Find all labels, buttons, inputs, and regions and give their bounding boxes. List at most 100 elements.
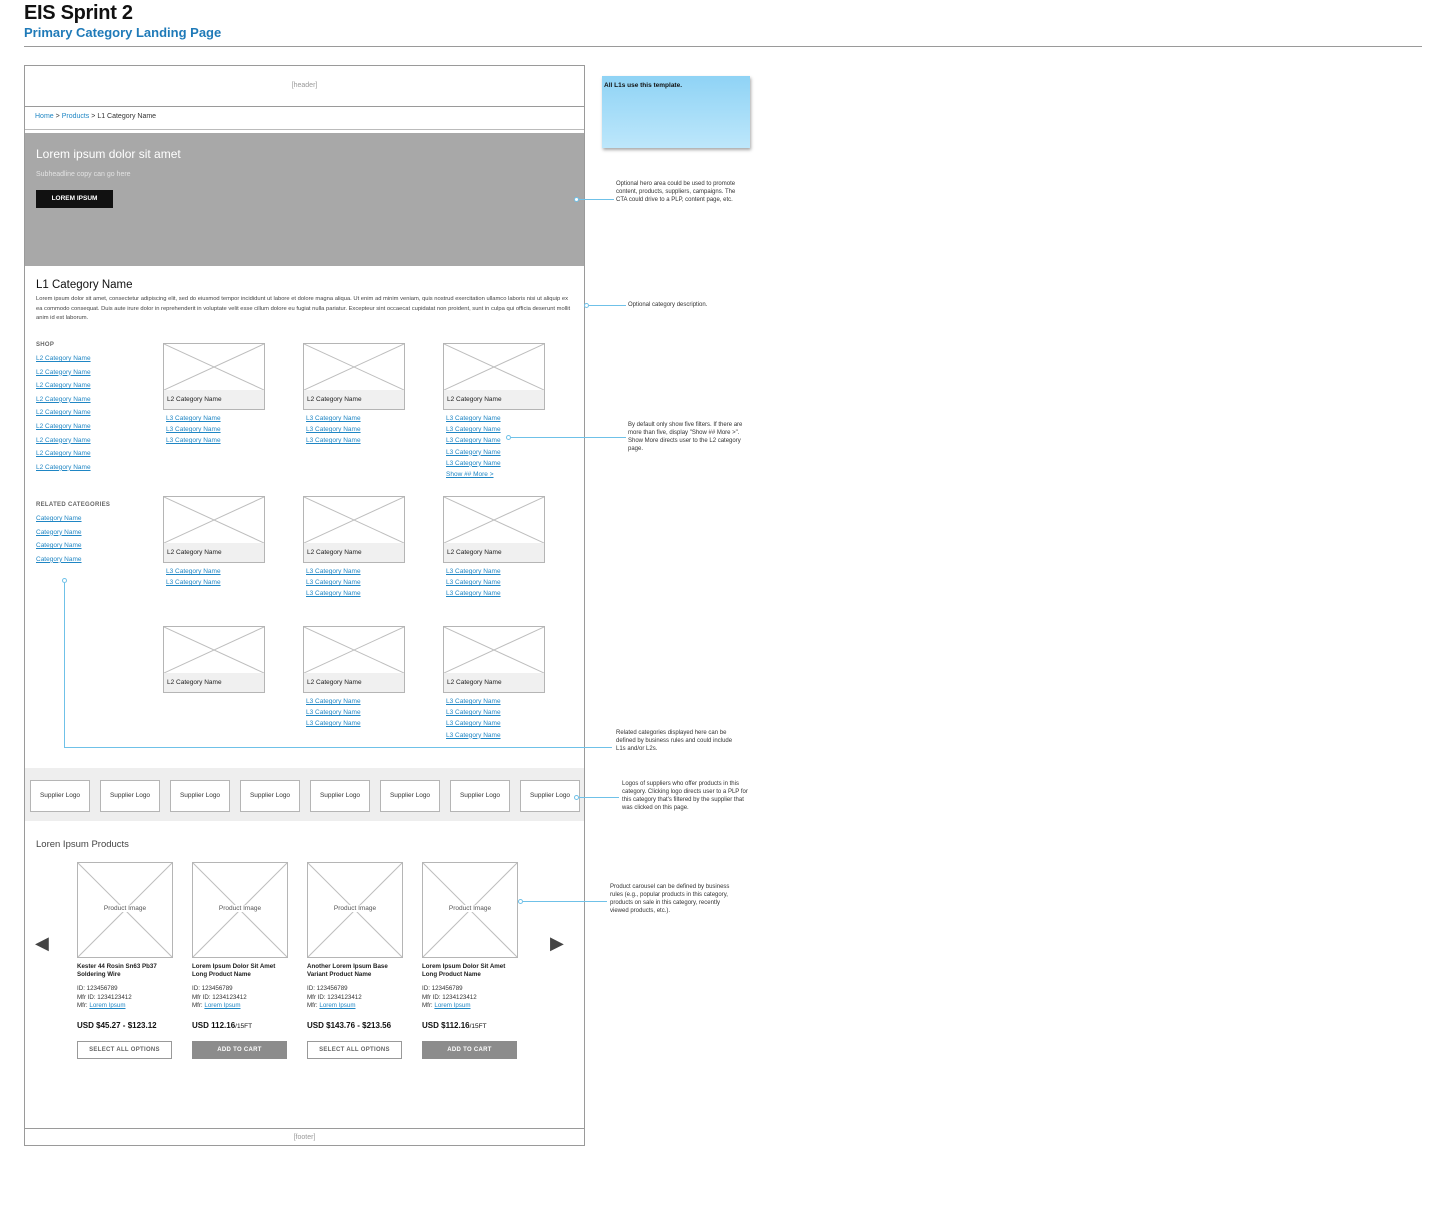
- related-heading: RELATED CATEGORIES: [36, 502, 111, 508]
- product-name[interactable]: Kester 44 Rosin Sn63 Pb37 Soldering Wire: [77, 963, 177, 979]
- l3-category-link[interactable]: L3 Category Name: [446, 449, 501, 456]
- product-image[interactable]: Product Image: [307, 862, 403, 958]
- l3-category-link[interactable]: L3 Category Name: [166, 426, 221, 433]
- product-price-value: USD 112.16: [192, 1021, 236, 1030]
- l2-category-tile[interactable]: L2 Category Name: [163, 496, 265, 563]
- related-category-link[interactable]: Category Name: [36, 529, 82, 536]
- hero-cta-button[interactable]: LOREM IPSUM: [36, 190, 113, 208]
- l3-category-link[interactable]: L3 Category Name: [446, 709, 501, 716]
- shop-category-link[interactable]: L2 Category Name: [36, 382, 91, 389]
- arrow-left-icon[interactable]: ◀: [35, 933, 49, 954]
- l3-category-link[interactable]: L3 Category Name: [306, 720, 361, 727]
- l3-category-link[interactable]: L3 Category Name: [306, 426, 361, 433]
- product-meta: ID: 123456789 Mfr ID: 1234123412 Mfr: Lore…: [307, 985, 417, 1011]
- product-mfr-link[interactable]: Lorem Ipsum: [434, 1002, 470, 1009]
- l2-category-tile[interactable]: L2 Category Name: [303, 496, 405, 563]
- l3-category-link[interactable]: L3 Category Name: [306, 590, 361, 597]
- l3-category-link[interactable]: L3 Category Name: [446, 426, 501, 433]
- shop-category-link[interactable]: L2 Category Name: [36, 355, 91, 362]
- carousel-annotation: Product carousel can be defined by busin…: [610, 884, 730, 914]
- l3-category-link[interactable]: L3 Category Name: [306, 698, 361, 705]
- l3-category-link[interactable]: L3 Category Name: [446, 698, 501, 705]
- l3-category-link[interactable]: L3 Category Name: [306, 579, 361, 586]
- supplier-logo[interactable]: Supplier Logo: [100, 780, 160, 812]
- image-placeholder-icon: [444, 497, 544, 543]
- shop-category-link[interactable]: L2 Category Name: [36, 409, 91, 416]
- l3-category-link[interactable]: L3 Category Name: [166, 437, 221, 444]
- supplier-logo[interactable]: Supplier Logo: [520, 780, 580, 812]
- document-subtitle: Primary Category Landing Page: [24, 25, 222, 40]
- supplier-logo[interactable]: Supplier Logo: [310, 780, 370, 812]
- products-section-title: Loren Ipsum Products: [36, 839, 129, 850]
- l3-category-link[interactable]: L3 Category Name: [446, 568, 501, 575]
- shop-category-link[interactable]: L2 Category Name: [36, 464, 91, 471]
- product-image[interactable]: Product Image: [77, 862, 173, 958]
- supplier-logo[interactable]: Supplier Logo: [380, 780, 440, 812]
- supplier-logo[interactable]: Supplier Logo: [450, 780, 510, 812]
- l3-category-link[interactable]: L3 Category Name: [446, 720, 501, 727]
- l2-category-tile[interactable]: L2 Category Name: [303, 343, 405, 410]
- show-more-link[interactable]: Show ## More >: [446, 471, 494, 478]
- image-placeholder-icon: [444, 627, 544, 673]
- l2-category-tile[interactable]: L2 Category Name: [163, 343, 265, 410]
- l3-category-link[interactable]: L3 Category Name: [446, 437, 501, 444]
- shop-category-link[interactable]: L2 Category Name: [36, 437, 91, 444]
- shop-category-link[interactable]: L2 Category Name: [36, 369, 91, 376]
- l2-category-tile[interactable]: L2 Category Name: [443, 626, 545, 693]
- l2-category-tile[interactable]: L2 Category Name: [303, 626, 405, 693]
- l3-category-link[interactable]: L3 Category Name: [306, 568, 361, 575]
- l3-category-list: L3 Category Name L3 Category Name L3 Categ…: [166, 415, 266, 485]
- product-id: ID: 123456789: [307, 985, 348, 992]
- shop-category-link[interactable]: L2 Category Name: [36, 450, 91, 457]
- product-card: Product Image Lorem Ipsum Dolor Sit Amet …: [192, 862, 302, 1062]
- hero-banner: Lorem ipsum dolor sit amet Subheadline c…: [25, 133, 584, 266]
- l3-category-link[interactable]: L3 Category Name: [166, 579, 221, 586]
- product-image-label: Product Image: [423, 905, 517, 912]
- l2-category-tile[interactable]: L2 Category Name: [443, 343, 545, 410]
- breadcrumb-products[interactable]: Products: [62, 113, 90, 120]
- product-mfr: Mfr: Lorem Ipsum: [192, 1002, 302, 1011]
- l3-category-link[interactable]: L3 Category Name: [446, 460, 501, 467]
- add-to-cart-button[interactable]: ADD TO CART: [422, 1041, 517, 1059]
- product-name[interactable]: Lorem Ipsum Dolor Sit Amet Long Product …: [192, 963, 292, 979]
- l2-category-tile[interactable]: L2 Category Name: [163, 626, 265, 693]
- l3-category-link[interactable]: L3 Category Name: [306, 415, 361, 422]
- l3-category-link[interactable]: L3 Category Name: [446, 732, 501, 739]
- related-category-link[interactable]: Category Name: [36, 556, 82, 563]
- l3-category-link[interactable]: L3 Category Name: [446, 579, 501, 586]
- product-image[interactable]: Product Image: [422, 862, 518, 958]
- l3-category-link[interactable]: L3 Category Name: [306, 709, 361, 716]
- product-image[interactable]: Product Image: [192, 862, 288, 958]
- product-name[interactable]: Lorem Ipsum Dolor Sit Amet Long Product …: [422, 963, 522, 979]
- l3-category-link[interactable]: L3 Category Name: [166, 415, 221, 422]
- product-mfr-link[interactable]: Lorem Ipsum: [319, 1002, 355, 1009]
- l3-category-link[interactable]: L3 Category Name: [446, 415, 501, 422]
- related-category-link[interactable]: Category Name: [36, 542, 82, 549]
- related-category-link[interactable]: Category Name: [36, 515, 82, 522]
- l2-category-label: L2 Category Name: [304, 543, 404, 562]
- shop-category-link[interactable]: L2 Category Name: [36, 396, 91, 403]
- l3-category-link[interactable]: L3 Category Name: [166, 568, 221, 575]
- l2-category-tile[interactable]: L2 Category Name: [443, 496, 545, 563]
- arrow-right-icon[interactable]: ▶: [550, 933, 564, 954]
- breadcrumb-home[interactable]: Home: [35, 113, 54, 120]
- description-annotation: Optional category description.: [628, 302, 708, 308]
- supplier-logo[interactable]: Supplier Logo: [170, 780, 230, 812]
- product-mfr-link[interactable]: Lorem Ipsum: [204, 1002, 240, 1009]
- l2-category-label: L2 Category Name: [164, 673, 264, 692]
- image-placeholder-icon: [304, 344, 404, 390]
- select-all-options-button[interactable]: SELECT ALL OPTIONS: [77, 1041, 172, 1059]
- supplier-logo[interactable]: Supplier Logo: [240, 780, 300, 812]
- product-name[interactable]: Another Lorem Ipsum Base Variant Product…: [307, 963, 407, 979]
- image-placeholder-icon: [164, 627, 264, 673]
- select-all-options-button[interactable]: SELECT ALL OPTIONS: [307, 1041, 402, 1059]
- add-to-cart-button[interactable]: ADD TO CART: [192, 1041, 287, 1059]
- product-price: USD $112.16/15FT: [422, 1021, 487, 1030]
- l3-category-link[interactable]: L3 Category Name: [446, 590, 501, 597]
- l3-category-link[interactable]: L3 Category Name: [306, 437, 361, 444]
- l2-category-label: L2 Category Name: [444, 673, 544, 692]
- shop-category-link[interactable]: L2 Category Name: [36, 423, 91, 430]
- supplier-logo[interactable]: Supplier Logo: [30, 780, 90, 812]
- product-mfr-link[interactable]: Lorem Ipsum: [89, 1002, 125, 1009]
- product-id: ID: 123456789: [77, 985, 118, 992]
